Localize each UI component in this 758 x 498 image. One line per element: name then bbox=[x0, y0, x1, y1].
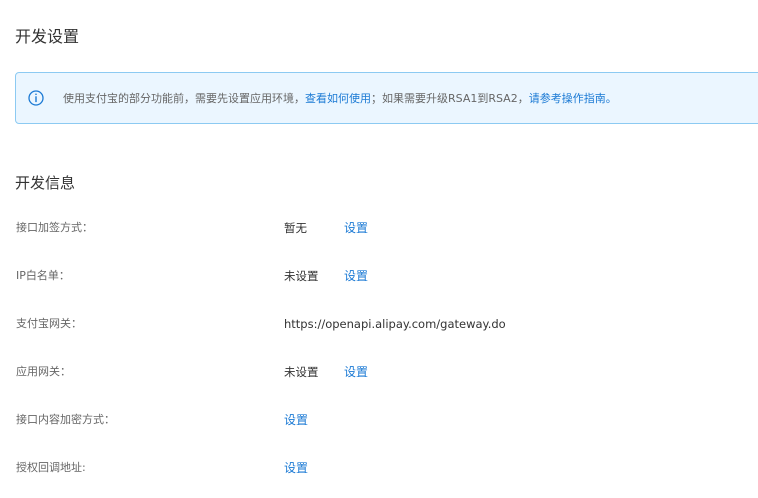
info-icon bbox=[28, 90, 44, 106]
row-label: 应用网关： bbox=[16, 365, 71, 378]
row-alipay-gateway: 支付宝网关： https://openapi.alipay.com/gatewa… bbox=[0, 315, 758, 333]
set-app-gateway-button[interactable]: 设置 bbox=[344, 363, 368, 381]
row-label: 接口内容加密方式： bbox=[16, 413, 115, 426]
row-label: 支付宝网关： bbox=[16, 317, 82, 330]
notice-text-before: 使用支付宝的部分功能前，需要先设置应用环境， bbox=[63, 92, 305, 105]
page-title: 开发设置 bbox=[15, 27, 80, 46]
gateway-url: https://openapi.alipay.com/gateway.do bbox=[284, 317, 506, 331]
row-ip-whitelist: IP白名单： 未设置 设置 bbox=[0, 267, 758, 285]
notice-text: 使用支付宝的部分功能前，需要先设置应用环境，查看如何使用；如果需要升级RSA1到… bbox=[63, 91, 617, 107]
row-label: 授权回调地址: bbox=[16, 461, 86, 474]
dev-settings-page: 开发设置 使用支付宝的部分功能前，需要先设置应用环境，查看如何使用；如果需要升级… bbox=[0, 0, 758, 498]
how-to-use-link[interactable]: 查看如何使用 bbox=[305, 92, 371, 105]
row-auth-callback: 授权回调地址: 设置 bbox=[0, 459, 758, 477]
row-app-gateway: 应用网关： 未设置 设置 bbox=[0, 363, 758, 381]
set-sign-method-button[interactable]: 设置 bbox=[344, 219, 368, 237]
guide-link[interactable]: 请参考操作指南。 bbox=[529, 92, 617, 105]
set-ip-whitelist-button[interactable]: 设置 bbox=[344, 267, 368, 285]
row-value: 未设置 bbox=[284, 269, 319, 283]
row-value: 暂无 bbox=[284, 221, 307, 235]
set-auth-callback-button[interactable]: 设置 bbox=[284, 459, 308, 477]
set-content-encryption-button[interactable]: 设置 bbox=[284, 411, 308, 429]
dev-info-title: 开发信息 bbox=[15, 174, 76, 192]
row-content-encryption: 接口内容加密方式： 设置 bbox=[0, 411, 758, 429]
row-value: 未设置 bbox=[284, 365, 319, 379]
row-label: IP白名单： bbox=[16, 269, 70, 282]
row-sign-method: 接口加签方式： 暂无 设置 bbox=[0, 219, 758, 237]
notice-text-middle: ；如果需要升级RSA1到RSA2， bbox=[371, 92, 529, 105]
row-label: 接口加签方式： bbox=[16, 221, 93, 234]
notice-banner: 使用支付宝的部分功能前，需要先设置应用环境，查看如何使用；如果需要升级RSA1到… bbox=[15, 72, 758, 124]
